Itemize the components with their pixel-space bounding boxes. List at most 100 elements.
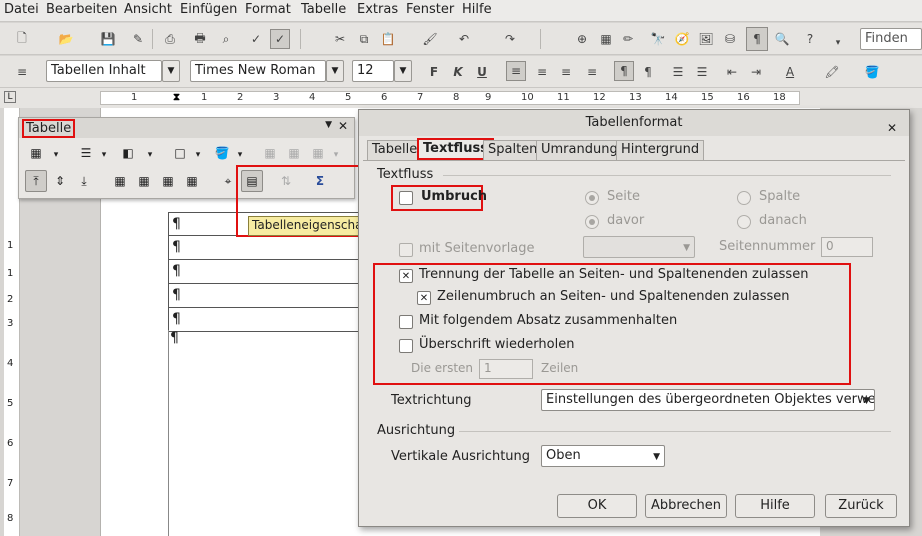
clone-format-icon[interactable]: 🖌 — [420, 29, 440, 49]
formatting-marks-icon[interactable]: ¶ — [746, 27, 768, 51]
highlighting-icon[interactable]: 🖍 — [822, 62, 842, 82]
trennung-checkbox[interactable] — [399, 269, 413, 283]
styles-formatting-icon[interactable]: ≡ — [12, 62, 32, 82]
data-sources-icon[interactable]: ⛁ — [720, 29, 740, 49]
mit-seitenvorlage-checkbox[interactable] — [399, 243, 413, 257]
zurueck-button[interactable]: Zurück — [825, 494, 897, 518]
dropdown-icon[interactable]: ▾ — [187, 144, 209, 166]
die-ersten-spinner[interactable]: 1 — [479, 359, 533, 379]
border-color-icon[interactable]: ◧ — [117, 142, 139, 164]
dropdown-icon[interactable]: ▾ — [93, 144, 115, 166]
redo-icon[interactable]: ↷ — [500, 29, 520, 49]
danach-radio[interactable] — [737, 215, 751, 229]
cut-icon[interactable]: ✂ — [330, 29, 350, 49]
spellcheck-icon[interactable]: ✓ — [246, 29, 266, 49]
font-name-combo[interactable]: Times New Roman — [190, 60, 326, 82]
decrease-indent-icon[interactable]: ⇤ — [722, 62, 742, 82]
indent-marker-icon[interactable]: ⧗ — [173, 92, 180, 103]
paragraph-style-dropdown[interactable]: ▼ — [162, 60, 180, 82]
rtl-icon[interactable]: ¶ — [638, 62, 658, 82]
print-icon[interactable]: 🖶 — [190, 29, 210, 49]
seitennummer-spinner[interactable]: 0 — [821, 237, 873, 257]
show-draw-functions-icon[interactable]: ✏ — [618, 29, 638, 49]
edit-file-icon[interactable]: ✎ — [128, 29, 148, 49]
center-vertically-icon[interactable]: ⇕ — [49, 170, 71, 192]
seite-radio[interactable] — [585, 191, 599, 205]
table-icon[interactable]: ▦ — [596, 29, 616, 49]
dropdown-icon[interactable]: ▾ — [229, 144, 251, 166]
tab-spalten[interactable]: Spalten — [483, 140, 543, 160]
abbrechen-button[interactable]: Abbrechen — [645, 494, 727, 518]
table-row[interactable]: ¶ — [168, 236, 368, 260]
tabelle-toolbar-titlebar[interactable]: Tabelle ▼ ✕ — [19, 118, 354, 138]
seitenvorlage-dropdown[interactable]: ▼ — [583, 236, 695, 258]
close-icon[interactable]: ✕ — [887, 115, 897, 141]
dialog-titlebar[interactable]: Tabellenformat ✕ — [359, 110, 909, 136]
zeilenumbruch-checkbox[interactable] — [417, 291, 431, 305]
hilfe-button[interactable]: Hilfe — [735, 494, 815, 518]
menu-hilfe[interactable]: Hilfe — [462, 2, 492, 17]
paste-icon[interactable]: 📋 — [378, 29, 398, 49]
textrichtung-dropdown[interactable]: Einstellungen des übergeordneten Objekte… — [541, 389, 875, 411]
navigator-icon[interactable]: 🧭 — [672, 29, 692, 49]
justify-icon[interactable]: ≡ — [582, 62, 602, 82]
copy-icon[interactable]: ⧉ — [354, 29, 374, 49]
italic-icon[interactable]: K — [448, 62, 468, 82]
menu-einfuegen[interactable]: Einfügen — [180, 2, 237, 17]
font-name-dropdown[interactable]: ▼ — [326, 60, 344, 82]
bold-icon[interactable]: F — [424, 62, 444, 82]
menu-datei[interactable]: Datei — [4, 2, 39, 17]
numbering-icon[interactable]: ☰ — [668, 62, 688, 82]
ltr-icon[interactable]: ¶ — [614, 61, 634, 81]
table-grid-icon[interactable]: ▦ — [25, 142, 47, 164]
search-input[interactable]: Finden — [860, 28, 922, 50]
ueberschrift-checkbox[interactable] — [399, 339, 413, 353]
delete-columns-icon[interactable]: ▦ — [181, 170, 203, 192]
hyperlink-icon[interactable]: ⊕ — [572, 29, 592, 49]
paragraph-style-combo[interactable]: Tabellen Inhalt — [46, 60, 162, 82]
font-size-combo[interactable]: 12 — [352, 60, 394, 82]
delete-rows-icon[interactable]: ▦ — [157, 170, 179, 192]
spalte-radio[interactable] — [737, 191, 751, 205]
new-document-icon[interactable]: 🗋 — [12, 29, 32, 49]
ok-button[interactable]: OK — [557, 494, 637, 518]
table-row[interactable]: ¶ — [168, 260, 368, 284]
underline-icon[interactable]: U — [472, 62, 492, 82]
horizontal-ruler[interactable]: L 1 ⧗ 1 2 3 4 5 6 7 8 9 10 11 12 13 14 1… — [0, 88, 922, 108]
dropdown-icon[interactable]: ▾ — [139, 144, 161, 166]
close-icon[interactable]: ✕ — [338, 119, 348, 133]
bullets-icon[interactable]: ☰ — [692, 62, 712, 82]
align-left-icon[interactable]: ≡ — [506, 61, 526, 81]
open-folder-icon[interactable]: 📂 — [56, 29, 76, 49]
menu-tabelle[interactable]: Tabelle — [301, 2, 346, 17]
help-icon[interactable]: ? — [800, 29, 820, 49]
toolbar-options-icon[interactable]: ▾ — [828, 33, 848, 53]
zoom-icon[interactable]: 🔍 — [772, 29, 792, 49]
gallery-icon[interactable]: 🖼 — [696, 29, 716, 49]
menu-ansicht[interactable]: Ansicht — [124, 2, 172, 17]
table-row[interactable]: ¶ — [168, 308, 368, 332]
menu-format[interactable]: Format — [245, 2, 291, 17]
export-pdf-icon[interactable]: ⎙ — [160, 29, 180, 49]
auto-spellcheck-icon[interactable]: ✓ — [270, 29, 290, 49]
tab-hintergrund[interactable]: Hintergrund — [616, 140, 705, 160]
save-icon[interactable]: 💾 — [98, 29, 118, 49]
find-replace-icon[interactable]: 🔭 — [648, 29, 668, 49]
undo-icon[interactable]: ↶ — [454, 29, 474, 49]
print-preview-icon[interactable]: ⌕ — [216, 29, 236, 49]
tab-umrandung[interactable]: Umrandung — [536, 140, 623, 160]
menu-fenster[interactable]: Fenster — [406, 2, 454, 17]
insert-columns-icon[interactable]: ▦ — [133, 170, 155, 192]
align-bottom-icon[interactable]: ⤓ — [73, 170, 95, 192]
vertikale-ausrichtung-dropdown[interactable]: Oben ▼ — [541, 445, 665, 467]
font-size-dropdown[interactable]: ▼ — [394, 60, 412, 82]
menu-bearbeiten[interactable]: Bearbeiten — [46, 2, 117, 17]
increase-indent-icon[interactable]: ⇥ — [746, 62, 766, 82]
align-center-icon[interactable]: ≡ — [532, 62, 552, 82]
tab-stop-icon[interactable]: L — [4, 91, 16, 103]
background-color-icon[interactable]: 🪣 — [862, 62, 882, 82]
dropdown-icon[interactable]: ▾ — [45, 144, 67, 166]
table-row[interactable]: ¶ — [168, 284, 368, 308]
tab-tabelle[interactable]: Tabelle — [367, 140, 423, 160]
menu-extras[interactable]: Extras — [357, 2, 398, 17]
